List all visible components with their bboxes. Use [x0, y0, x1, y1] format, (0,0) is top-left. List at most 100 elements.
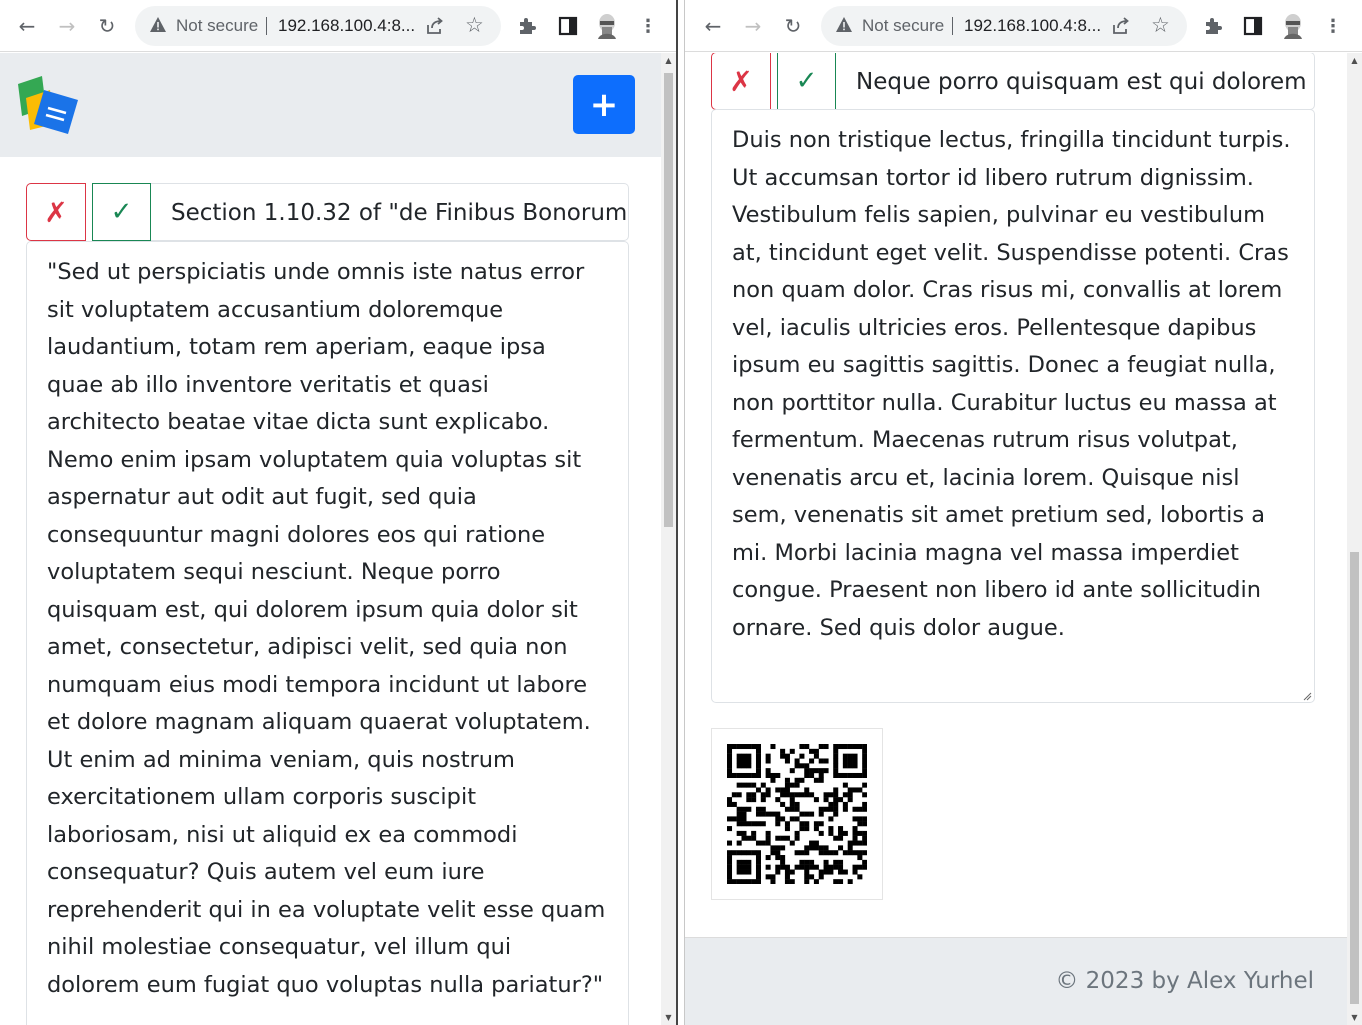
qr-module [823, 869, 829, 875]
url-text[interactable]: 192.168.100.4:8... [278, 16, 415, 36]
side-panel-icon[interactable] [558, 16, 578, 36]
url-text[interactable]: 192.168.100.4:8... [964, 16, 1101, 36]
extensions-icon[interactable] [517, 16, 537, 36]
qr-module [765, 864, 771, 870]
note-title-input[interactable]: Neque porro quisquam est qui dolorem [836, 53, 1315, 110]
forward-icon[interactable]: → [51, 10, 83, 42]
qr-module [784, 792, 790, 798]
note-body-textarea[interactable]: "Sed ut perspiciatis unde omnis iste nat… [26, 241, 629, 1025]
delete-note-button[interactable]: ✗ [26, 183, 86, 241]
reload-icon[interactable]: ↻ [777, 10, 809, 42]
star-icon[interactable]: ☆ [1151, 13, 1170, 37]
qr-module [727, 864, 733, 870]
qr-module [828, 816, 834, 822]
menu-icon[interactable]: ⋮ [632, 10, 664, 42]
note-body-textarea[interactable]: Duis non tristique lectus, fringilla tin… [711, 109, 1315, 703]
qr-module [755, 806, 761, 812]
qr-module [857, 830, 863, 836]
qr-module [765, 787, 771, 793]
qr-module [755, 763, 761, 769]
share-icon[interactable] [1111, 16, 1131, 36]
qr-module [789, 768, 795, 774]
qr-module [736, 840, 742, 846]
qr-module [847, 744, 853, 750]
scroll-down-arrow[interactable]: ▼ [1347, 1010, 1362, 1025]
profile-avatar[interactable] [596, 13, 618, 39]
scrollbar-thumb[interactable] [1350, 552, 1359, 1004]
save-note-button[interactable]: ✓ [777, 53, 836, 110]
qr-module [780, 859, 786, 865]
qr-module [813, 840, 819, 846]
qr-module [833, 879, 839, 884]
scroll-up-arrow[interactable]: ▲ [661, 53, 676, 68]
qr-module [857, 840, 863, 846]
note-title-input[interactable]: Section 1.10.32 of "de Finibus Bonorum [151, 183, 629, 241]
qr-module [780, 787, 786, 793]
qr-module [727, 855, 733, 861]
qr-module [741, 782, 747, 788]
qr-module [823, 758, 829, 764]
scroll-down-arrow[interactable]: ▼ [661, 1010, 676, 1025]
scroll-up-arrow[interactable]: ▲ [1347, 53, 1362, 68]
qr-module [833, 797, 839, 803]
qr-module [818, 772, 824, 778]
qr-module [727, 768, 733, 774]
qr-module [727, 758, 733, 764]
qr-module [775, 772, 781, 778]
qr-module [736, 758, 742, 764]
resize-handle-icon[interactable] [1302, 691, 1312, 701]
share-icon[interactable] [425, 16, 445, 36]
address-bar[interactable]: Not secure 192.168.100.4:8... ☆ [821, 6, 1187, 46]
side-panel-icon[interactable] [1243, 16, 1263, 36]
qr-module [833, 835, 839, 841]
vertical-scrollbar[interactable]: ▲ ▼ [1347, 53, 1362, 1025]
note-header: ✗ ✓ Section 1.10.32 of "de Finibus Bonor… [26, 183, 629, 241]
qr-module [847, 758, 853, 764]
qr-module [727, 840, 733, 846]
qr-module [838, 864, 844, 870]
profile-avatar[interactable] [1282, 13, 1304, 39]
page-viewport: ✗ ✓ Neque porro quisquam est qui dolorem… [685, 53, 1347, 1025]
qr-module [799, 753, 805, 759]
qr-module [823, 864, 829, 870]
qr-module [736, 772, 742, 778]
qr-module [794, 850, 800, 856]
qr-module [794, 777, 800, 783]
scrollbar-thumb[interactable] [664, 73, 673, 527]
qr-module [765, 772, 771, 778]
app-header: + [0, 53, 661, 157]
qr-module [862, 763, 867, 769]
qr-module [746, 744, 752, 750]
qr-module [838, 845, 844, 851]
qr-module [847, 772, 853, 778]
qr-module [755, 758, 761, 764]
qr-module [751, 792, 757, 798]
star-icon[interactable]: ☆ [465, 13, 484, 37]
add-note-button[interactable]: + [573, 75, 635, 134]
forward-icon[interactable]: → [737, 10, 769, 42]
back-icon[interactable]: ← [697, 10, 729, 42]
qr-module [818, 777, 824, 783]
qr-module [804, 859, 810, 865]
extensions-icon[interactable] [1203, 16, 1223, 36]
menu-icon[interactable]: ⋮ [1317, 10, 1349, 42]
qr-module [823, 850, 829, 856]
save-note-button[interactable]: ✓ [92, 183, 151, 241]
qr-module [736, 869, 742, 875]
qr-module [799, 859, 805, 865]
qr-module [842, 801, 848, 807]
back-icon[interactable]: ← [11, 10, 43, 42]
qr-module [847, 797, 853, 803]
qr-module [852, 772, 858, 778]
vertical-scrollbar[interactable]: ▲ ▼ [661, 53, 676, 1025]
qr-module [862, 768, 867, 774]
qr-module [838, 797, 844, 803]
qr-module [741, 806, 747, 812]
delete-note-button[interactable]: ✗ [711, 53, 771, 110]
address-bar[interactable]: Not secure 192.168.100.4:8... ☆ [135, 6, 501, 46]
reload-icon[interactable]: ↻ [91, 10, 123, 42]
qr-module [736, 864, 742, 870]
qr-module [794, 782, 800, 788]
qr-module [838, 830, 844, 836]
qr-module [736, 816, 742, 822]
